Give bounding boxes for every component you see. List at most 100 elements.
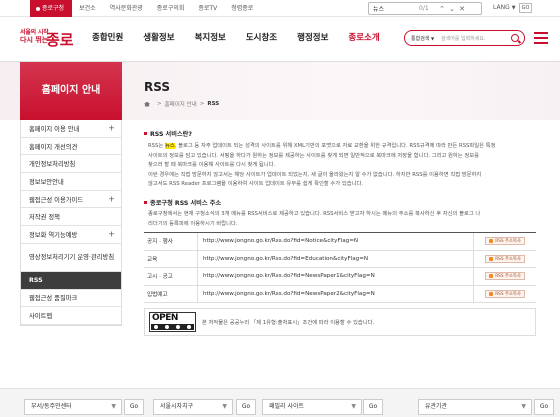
sidebar-item-dysfunction[interactable]: 정보화 역기능예방 + [21, 226, 121, 244]
rss-copy-label: RSS 주소복사 [495, 274, 521, 280]
rss-label: 고시 · 공고 [144, 268, 198, 285]
find-highlight: 뉴스 [164, 143, 175, 149]
nav-life[interactable]: 생활정보 [143, 31, 174, 43]
sidebar-item-accessibility-guide[interactable]: 웹접근성 이용가이드 + [21, 191, 121, 209]
lang-go-button[interactable]: GO [519, 3, 532, 13]
sidebar-item-label: 웹접근성 품질마크 [29, 295, 78, 303]
find-input[interactable]: 뉴스 [369, 4, 419, 13]
footer-select-label: 패밀리 사이트 [269, 403, 305, 410]
find-in-page-bar: 뉴스 0/1 ⌃ ⌄ ✕ [368, 2, 482, 15]
logo-slogan-2: 다시 뛰는 [20, 36, 49, 44]
location-icon [36, 6, 40, 11]
site-tab-tv[interactable]: 종로TV [191, 0, 224, 17]
footer-select-department[interactable]: 부서/동주민센터 ▼ [24, 399, 122, 415]
footer-go-button-seoul[interactable]: Go [236, 399, 256, 415]
breadcrumb-item[interactable]: 홈페이지 안내 [165, 100, 197, 108]
page-title: RSS [144, 80, 170, 94]
footer-links-bar: 부서/동주민센터 ▼ Go 서울시자치구 ▼ Go 패밀리 사이트 ▼ Go 유관기관… [0, 388, 560, 417]
rss-label: 입법예고 [144, 285, 198, 302]
site-tabs: 종로구청 보건소 역사문화관광 종로구의회 종로TV 청렴종로 [30, 0, 260, 17]
plus-icon: + [108, 194, 115, 204]
rss-cell: RSS 주소복사 [474, 289, 536, 298]
chevron-down-icon: ▼ [351, 403, 356, 410]
footer-go-button-related[interactable]: Go [534, 399, 554, 415]
search-input[interactable]: 검색어를 입력하세요. [441, 35, 511, 42]
sidebar-item-sitemap[interactable]: 사이트맵 [21, 307, 121, 325]
license-icons [151, 324, 194, 330]
para-text: , 블로그 등 자주 업데이트 되는 성격의 사이트를 위해 XML기반의 포맷… [174, 143, 496, 149]
top-utility-bar: 종로구청 보건소 역사문화관광 종로구의회 종로TV 청렴종로 뉴스 0/1 ⌃… [0, 0, 560, 17]
sidebar-item-label: 홈페이지 이용 안내 [29, 125, 80, 133]
find-next-button[interactable]: ⌄ [447, 5, 457, 13]
section-title-text: RSS 서비스란? [150, 131, 192, 138]
sidebar-item-label: 웹접근성 이용가이드 [29, 196, 84, 204]
rss-cell: RSS 주소복사 [474, 272, 536, 281]
sidebar-item-privacy[interactable]: 개인정보처리방침 [21, 155, 121, 174]
para-line: RSS는 뉴스, 블로그 등 자주 업데이트 되는 성격의 사이트를 위해 XM… [148, 142, 528, 152]
sidebar-item-feedback[interactable]: 홈페이지 개선의견 [21, 138, 121, 156]
footer-go-button-family[interactable]: Go [363, 399, 383, 415]
home-icon[interactable] [144, 101, 150, 107]
nav-about[interactable]: 종로소개 [348, 31, 379, 43]
chevron-down-icon: ▼ [521, 403, 526, 410]
table-row: 고시 · 공고 http://www.jongno.go.kr/Rss.do?f… [144, 268, 536, 286]
rss-copy-button[interactable]: RSS 주소복사 [485, 289, 525, 298]
para-line: 이런 경우에는 직접 방문하지 않고서는 해당 사이트가 업데이트 되었는지, … [148, 171, 482, 178]
site-tab-council[interactable]: 종로구의회 [150, 0, 192, 17]
section-title-rss-address: 종로구청 RSS 서비스 주소 [144, 198, 221, 207]
license-box: OPEN 본 저작물은 공공누리 「제 1유형:출처표시」조건에 따라 이용할 … [144, 308, 536, 336]
rss-copy-button[interactable]: RSS 주소복사 [485, 272, 525, 281]
nav-welfare[interactable]: 복지정보 [195, 31, 226, 43]
rss-copy-button[interactable]: RSS 주소복사 [485, 254, 525, 263]
site-tab-culture[interactable]: 역사문화관광 [103, 0, 150, 17]
footer-select-related-orgs[interactable]: 유관기관 ▼ [418, 399, 532, 415]
sidebar-item-cctv-policy[interactable]: 영상정보처리기기 운영·관리방침 [21, 244, 121, 272]
rss-url: http://www.jongno.go.kr/Rss.do?fid=NewsP… [198, 285, 474, 302]
find-prev-button[interactable]: ⌃ [437, 5, 447, 13]
main-nav: 종합민원 생활정보 복지정보 도시창조 행정정보 종로소개 [92, 31, 400, 43]
chevron-down-icon: ▼ [111, 403, 116, 410]
sidebar-menu: 홈페이지 이용 안내 + 홈페이지 개선의견 개인정보처리방침 정보보안안내 웹접… [20, 120, 122, 326]
sidebar-item-copyright[interactable]: 저작권 정책 [21, 208, 121, 227]
sidebar-item-label: 개인정보처리방침 [29, 161, 76, 169]
footer-select-family-site[interactable]: 패밀리 사이트 ▼ [262, 399, 362, 415]
rss-icon [489, 256, 494, 261]
table-row: 교육 http://www.jongno.go.kr/Rss.do?fid=Ed… [144, 250, 536, 268]
nav-urban[interactable]: 도시창조 [246, 31, 277, 43]
find-count: 0/1 [419, 5, 429, 12]
search-bar: 통합검색 ▼ 검색어를 입력하세요. [404, 30, 525, 46]
sidebar-item-quality-mark[interactable]: 웹접근성 품질마크 [21, 290, 121, 308]
rss-copy-label: RSS 주소복사 [495, 256, 521, 262]
lang-select[interactable]: LANG ▼ [493, 4, 516, 11]
search-icon[interactable] [511, 34, 519, 42]
para-line: 찾으러 할 때 북마크를 이용해 사이트를 다시 찾게 됩니다. [148, 162, 276, 168]
site-tab-health[interactable]: 보건소 [72, 0, 103, 17]
rss-copy-button[interactable]: RSS 주소복사 [485, 237, 525, 246]
sidebar-item-rss[interactable]: RSS [21, 271, 121, 290]
menu-icon[interactable] [534, 32, 548, 44]
site-logo[interactable]: 서울의 시작 다시 뛰는 종로 [20, 25, 78, 53]
open-license-logo: OPEN [149, 312, 196, 332]
para-line: 리더기의 등록피에 이용하시기 바랍니다. [148, 220, 238, 227]
nav-admin[interactable]: 행정정보 [297, 31, 328, 43]
find-close-button[interactable]: ✕ [457, 5, 467, 13]
site-tab-jongno[interactable]: 종로구청 [30, 0, 73, 17]
site-header: 서울의 시작 다시 뛰는 종로 종합민원 생활정보 복지정보 도시창조 행정정보… [0, 17, 560, 62]
rss-icon [489, 274, 494, 279]
table-row: 입법예고 http://www.jongno.go.kr/Rss.do?fid=… [144, 285, 536, 303]
breadcrumb-separator: > [199, 101, 205, 107]
section-title-rss-about: RSS 서비스란? [144, 129, 192, 138]
left-sidebar: 홈페이지 안내 홈페이지 이용 안내 + 홈페이지 개선의견 개인정보처리방침 정… [20, 62, 122, 326]
footer-go-button-department[interactable]: Go [124, 399, 144, 415]
sidebar-item-label: 저작권 정책 [29, 214, 60, 222]
sidebar-item-security[interactable]: 정보보안안내 [21, 173, 121, 191]
sidebar-item-usage[interactable]: 홈페이지 이용 안내 + [21, 120, 121, 138]
search-scope-select[interactable]: 통합검색 ▼ [405, 35, 441, 42]
lang-label: LANG [493, 4, 510, 11]
chevron-down-icon: ▼ [431, 35, 435, 41]
sidebar-item-label: 사이트맵 [29, 313, 53, 321]
site-tab-integrity[interactable]: 청렴종로 [224, 0, 260, 17]
nav-civil[interactable]: 종합민원 [92, 31, 123, 43]
rss-url: http://www.jongno.go.kr/Rss.do?fid=NewsP… [198, 268, 474, 285]
footer-select-seoul-districts[interactable]: 서울시자치구 ▼ [153, 399, 233, 415]
